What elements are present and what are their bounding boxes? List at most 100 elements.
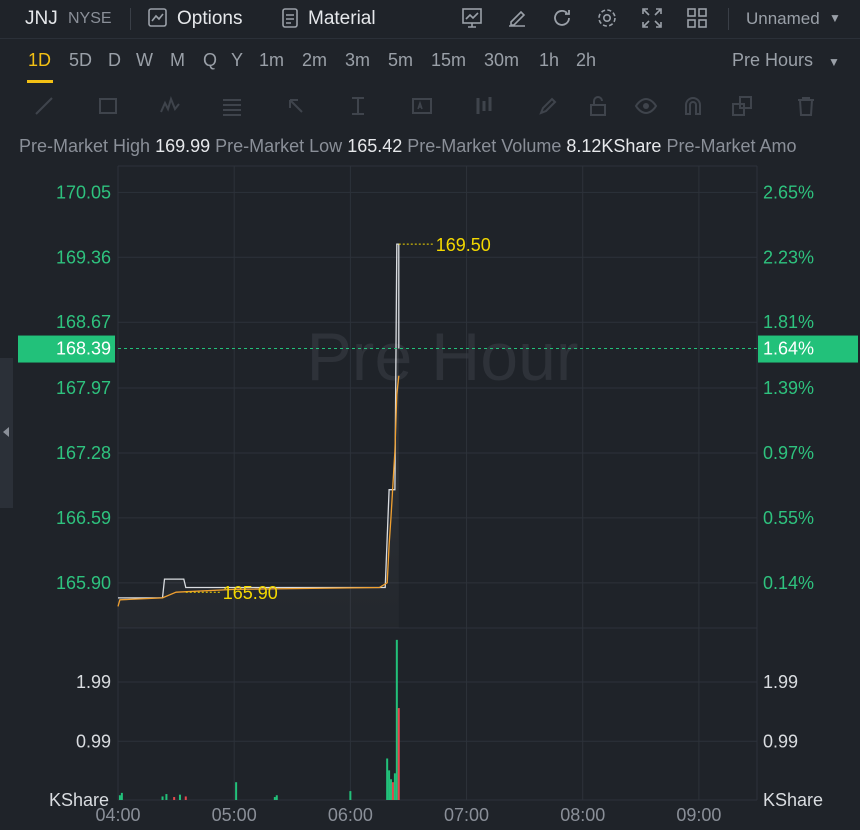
volume-bar [395, 639, 398, 800]
timeframe-5d[interactable]: 5D [69, 50, 92, 71]
timeframe-2m[interactable]: 2m [302, 50, 327, 71]
volume-bar [273, 797, 276, 800]
timeframe-3m[interactable]: 3m [345, 50, 370, 71]
price-axis-label: 170.05 [56, 182, 111, 202]
drawing-toolbar [0, 86, 860, 126]
volume-bar [165, 794, 168, 800]
timeframe-m[interactable]: M [170, 50, 185, 71]
current-price-label: 168.39 [56, 339, 111, 359]
percent-axis-label: 2.23% [763, 247, 814, 267]
wave-icon[interactable] [158, 94, 182, 118]
refresh-icon[interactable] [550, 6, 574, 30]
volume-bar [275, 795, 278, 800]
symbol-label[interactable]: JNJ [25, 8, 58, 30]
duplicate-icon[interactable] [730, 94, 754, 118]
timeframe-bar: 1D 5D D W M Q Y 1m 2m 3m 5m 15m 30m 1h 2h Pre Hours ▼ [0, 40, 860, 84]
options-button[interactable]: Options [177, 8, 242, 30]
timeframe-1h[interactable]: 1h [539, 50, 559, 71]
timeframe-1m[interactable]: 1m [259, 50, 284, 71]
lock-icon[interactable] [586, 94, 610, 118]
divider [130, 8, 131, 30]
volume-bar [388, 770, 391, 800]
time-axis-label: 09:00 [676, 805, 721, 825]
trendline-icon[interactable] [32, 94, 56, 118]
average-line [117, 375, 400, 607]
price-axis-label: 166.59 [56, 508, 111, 528]
eye-icon[interactable] [634, 94, 658, 118]
time-axis-label: 08:00 [560, 805, 605, 825]
volume-bar [120, 792, 123, 800]
volume-bar [397, 708, 400, 800]
percent-axis-label: 0.55% [763, 508, 814, 528]
time-axis-label: 04:00 [95, 805, 140, 825]
material-icon[interactable] [278, 6, 302, 30]
pre-market-stats: Pre-Market High 169.99 Pre-Market Low 16… [0, 134, 860, 160]
candles-icon[interactable] [472, 94, 496, 118]
stat-label: Pre-Market Amo [666, 136, 797, 156]
percent-axis-label: 2.65% [763, 182, 814, 202]
volume-bar [386, 758, 389, 800]
timeframe-q[interactable]: Q [203, 50, 217, 71]
divider [728, 8, 729, 30]
volume-bar [393, 773, 396, 800]
layout-grid-icon[interactable] [685, 6, 709, 30]
gear-icon[interactable] [595, 6, 619, 30]
fullscreen-icon[interactable] [640, 6, 664, 30]
timeframe-1d[interactable]: 1D [28, 50, 51, 71]
chevron-down-icon[interactable]: ▼ [829, 11, 841, 25]
active-timeframe-underline [27, 80, 53, 83]
volume-bar [161, 796, 164, 800]
fib-icon[interactable] [220, 94, 244, 118]
timeframe-5m[interactable]: 5m [388, 50, 413, 71]
side-panel-handle[interactable] [0, 358, 13, 508]
volume-unit-label: KShare [763, 790, 823, 810]
price-axis-label: 169.36 [56, 247, 111, 267]
percent-axis-label: 0.97% [763, 443, 814, 463]
annotation-label: 169.50 [436, 235, 491, 255]
volume-bar [235, 782, 238, 800]
time-axis-label: 05:00 [212, 805, 257, 825]
material-button[interactable]: Material [308, 8, 376, 30]
stat-value: 165.42 [347, 136, 403, 156]
stat-label: Pre-Market Low [215, 136, 343, 156]
timeframe-d[interactable]: D [108, 50, 121, 71]
arrow-icon[interactable] [284, 94, 308, 118]
magnet-icon[interactable] [681, 94, 705, 118]
volume-bar [184, 796, 187, 800]
percent-axis-label: 1.81% [763, 312, 814, 332]
volume-axis-label: 1.99 [76, 672, 111, 692]
layout-name-dropdown[interactable]: Unnamed [746, 9, 820, 29]
time-axis-label: 07:00 [444, 805, 489, 825]
price-axis-label: 168.67 [56, 312, 111, 332]
price-chart[interactable]: Pre Hour 170.05 169.36 168.67 167.97 167.28 16… [0, 160, 860, 830]
timeframe-15m[interactable]: 15m [431, 50, 466, 71]
top-bar: JNJ NYSE Options Material Unnamed ▼ [0, 0, 860, 39]
stat-value: 8.12KShare [566, 136, 662, 156]
price-axis-label: 167.97 [56, 378, 111, 398]
pencil-icon[interactable] [536, 94, 560, 118]
measure-icon[interactable] [346, 94, 370, 118]
timeframe-y[interactable]: Y [231, 50, 243, 71]
percent-axis-label: 1.39% [763, 378, 814, 398]
price-line [118, 243, 400, 599]
session-dropdown[interactable]: Pre Hours [732, 50, 813, 71]
rectangle-icon[interactable] [96, 94, 120, 118]
current-percent-label: 1.64% [763, 339, 814, 359]
volume-bar [349, 791, 352, 800]
text-icon[interactable] [410, 94, 434, 118]
chevron-down-icon[interactable]: ▼ [828, 55, 840, 69]
draw-icon[interactable] [505, 6, 529, 30]
volume-bar [390, 779, 393, 800]
volume-axis-label: 0.99 [763, 731, 798, 751]
timeframe-w[interactable]: W [136, 50, 153, 71]
annotation-label: 165.90 [223, 583, 278, 603]
price-axis-label: 167.28 [56, 443, 111, 463]
timeframe-2h[interactable]: 2h [576, 50, 596, 71]
volume-bar [391, 782, 394, 800]
timeframe-30m[interactable]: 30m [484, 50, 519, 71]
time-axis-label: 06:00 [328, 805, 373, 825]
stat-label: Pre-Market High [19, 136, 151, 156]
options-icon[interactable] [146, 6, 170, 30]
indicator-chart-icon[interactable] [460, 6, 484, 30]
trash-icon[interactable] [794, 94, 818, 118]
